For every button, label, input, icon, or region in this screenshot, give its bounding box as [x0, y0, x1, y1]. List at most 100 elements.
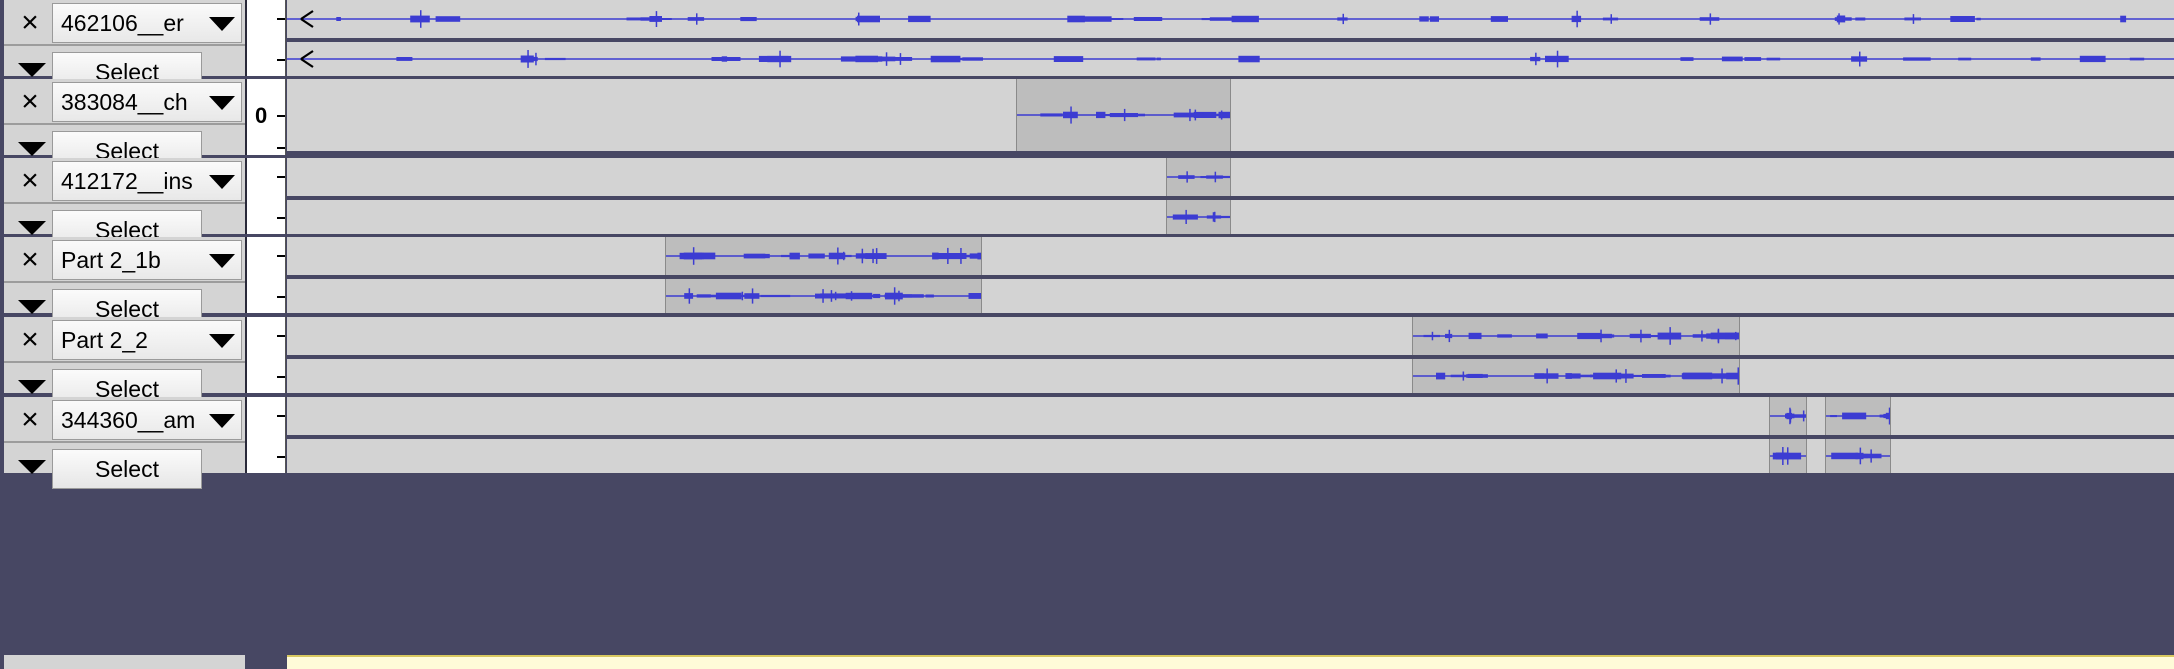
close-icon[interactable]: ×	[10, 240, 50, 279]
audio-clip[interactable]	[1769, 397, 1807, 435]
track-control-panel: × 462106__er Select	[4, 0, 247, 92]
track-name-menu[interactable]: 412172__ins	[52, 161, 242, 201]
audio-clip[interactable]	[1166, 200, 1231, 234]
waveform-lane-left[interactable]	[287, 397, 2174, 435]
track-name: Part 2_2	[61, 326, 148, 353]
track-6: × 344360__am Select	[0, 397, 2174, 489]
waveform	[1770, 447, 1806, 465]
control-divider	[4, 441, 245, 443]
track-menu-dropdown-icon[interactable]	[18, 380, 46, 394]
track-3: × 412172__ins Select	[0, 158, 2174, 250]
audio-clip[interactable]	[287, 0, 2174, 38]
track-5: × Part 2_2 Select	[0, 317, 2174, 409]
audio-clip[interactable]	[1016, 79, 1231, 151]
track-name: 412172__ins	[61, 167, 193, 194]
ruler-tick	[277, 147, 285, 149]
track-menu-dropdown-icon[interactable]	[18, 221, 46, 235]
waveform-lane-left[interactable]	[287, 158, 2174, 196]
chevron-down-icon	[209, 414, 235, 428]
close-icon[interactable]: ×	[10, 320, 50, 359]
waveform-lane-left[interactable]	[287, 0, 2174, 38]
ruler-tick	[277, 115, 285, 117]
audio-clip[interactable]	[665, 279, 982, 313]
control-divider	[4, 281, 245, 283]
track-2: × 383084__ch Select 0	[0, 79, 2174, 171]
chevron-down-icon	[209, 175, 235, 189]
close-icon[interactable]: ×	[10, 82, 50, 121]
track-name-menu[interactable]: 383084__ch	[52, 82, 242, 122]
waveform	[1826, 447, 1890, 465]
waveform	[1413, 327, 1739, 345]
audio-clip[interactable]	[1412, 317, 1740, 355]
footer-control-stub	[4, 655, 245, 669]
chevron-down-icon	[209, 254, 235, 268]
close-icon[interactable]: ×	[10, 3, 50, 42]
waveform	[287, 10, 2174, 28]
track-name-menu[interactable]: Part 2_1b	[52, 240, 242, 280]
waveform-lane-left[interactable]	[287, 317, 2174, 355]
waveform-lane-right[interactable]	[287, 279, 2174, 313]
track-name: 462106__er	[61, 9, 184, 36]
vertical-ruler: 0	[247, 79, 286, 155]
vertical-ruler	[247, 397, 286, 473]
track-control-panel: × 344360__am Select	[4, 397, 247, 489]
track-menu-dropdown-icon[interactable]	[18, 63, 46, 77]
track-name: 383084__ch	[61, 88, 188, 115]
control-divider	[4, 361, 245, 363]
track-name: 344360__am	[61, 406, 196, 433]
timeline-footer	[0, 651, 2174, 669]
waveform-lane-left[interactable]	[287, 237, 2174, 275]
track-name-menu[interactable]: 344360__am	[52, 400, 242, 440]
waveform	[666, 247, 981, 265]
track-control-panel: × Part 2_2 Select	[4, 317, 247, 409]
track-menu-dropdown-icon[interactable]	[18, 300, 46, 314]
waveform-lane[interactable]	[287, 79, 2174, 151]
track-name: Part 2_1b	[61, 246, 161, 273]
ruler-tick	[277, 176, 285, 178]
close-icon[interactable]: ×	[10, 400, 50, 439]
chevron-down-icon	[209, 17, 235, 31]
waveform	[1017, 106, 1230, 124]
ruler-tick	[277, 217, 285, 219]
control-divider	[4, 123, 245, 125]
vertical-ruler	[247, 237, 286, 313]
ruler-tick	[277, 456, 285, 458]
waveform	[287, 50, 2174, 68]
vertical-ruler	[247, 317, 286, 393]
audio-clip[interactable]	[1166, 158, 1231, 196]
close-icon[interactable]: ×	[10, 161, 50, 200]
ruler-tick	[277, 255, 285, 257]
control-divider	[4, 202, 245, 204]
audio-clip[interactable]	[665, 237, 982, 275]
audio-clip[interactable]	[1769, 439, 1807, 473]
vertical-ruler	[247, 0, 286, 76]
vertical-ruler	[247, 158, 286, 234]
waveform	[1413, 367, 1739, 385]
select-button[interactable]: Select	[52, 449, 202, 489]
waveform	[1167, 209, 1230, 224]
track-control-panel: × 412172__ins Select	[4, 158, 247, 250]
track-4: × Part 2_1b Select	[0, 237, 2174, 329]
waveform-lane-right[interactable]	[287, 42, 2174, 76]
ruler-tick	[277, 415, 285, 417]
track-menu-dropdown-icon[interactable]	[18, 142, 46, 156]
ruler-tick	[277, 335, 285, 337]
control-divider	[4, 44, 245, 46]
footer-pane	[287, 655, 2174, 669]
waveform	[1826, 407, 1890, 425]
waveform-lane-right[interactable]	[287, 439, 2174, 473]
ruler-tick	[277, 18, 285, 20]
waveform	[1770, 407, 1806, 425]
audio-clip[interactable]	[1825, 397, 1891, 435]
track-name-menu[interactable]: 462106__er	[52, 3, 242, 43]
audio-clip[interactable]	[287, 42, 2174, 76]
audio-clip[interactable]	[1412, 359, 1740, 393]
track-name-menu[interactable]: Part 2_2	[52, 320, 242, 360]
track-menu-dropdown-icon[interactable]	[18, 460, 46, 474]
chevron-down-icon	[209, 96, 235, 110]
ruler-zero-label: 0	[255, 103, 268, 128]
track-1: × 462106__er Select	[0, 0, 2174, 92]
waveform-lane-right[interactable]	[287, 359, 2174, 393]
waveform-lane-right[interactable]	[287, 200, 2174, 234]
audio-clip[interactable]	[1825, 439, 1891, 473]
